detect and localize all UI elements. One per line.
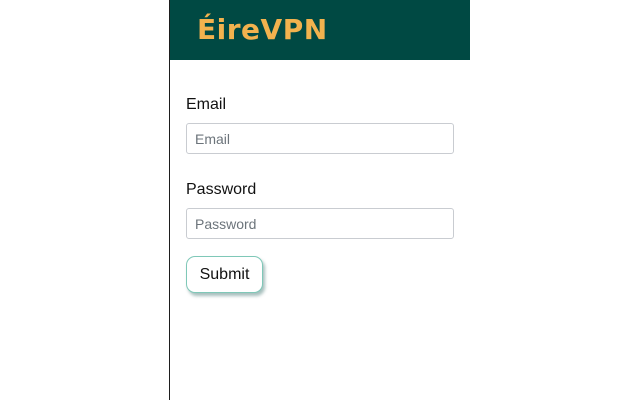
- email-field[interactable]: [186, 123, 454, 154]
- submit-button[interactable]: Submit: [186, 256, 263, 293]
- brand-logo: ÉireVPN: [197, 13, 328, 46]
- login-form: Email Password Submit: [170, 97, 470, 293]
- password-field[interactable]: [186, 208, 454, 239]
- extension-popup: ÉireVPN Email Password Submit: [169, 0, 470, 400]
- email-label: Email: [186, 96, 227, 113]
- app-header: ÉireVPN: [170, 0, 470, 60]
- page: ÉireVPN Email Password Submit: [0, 0, 640, 400]
- password-label: Password: [186, 181, 257, 198]
